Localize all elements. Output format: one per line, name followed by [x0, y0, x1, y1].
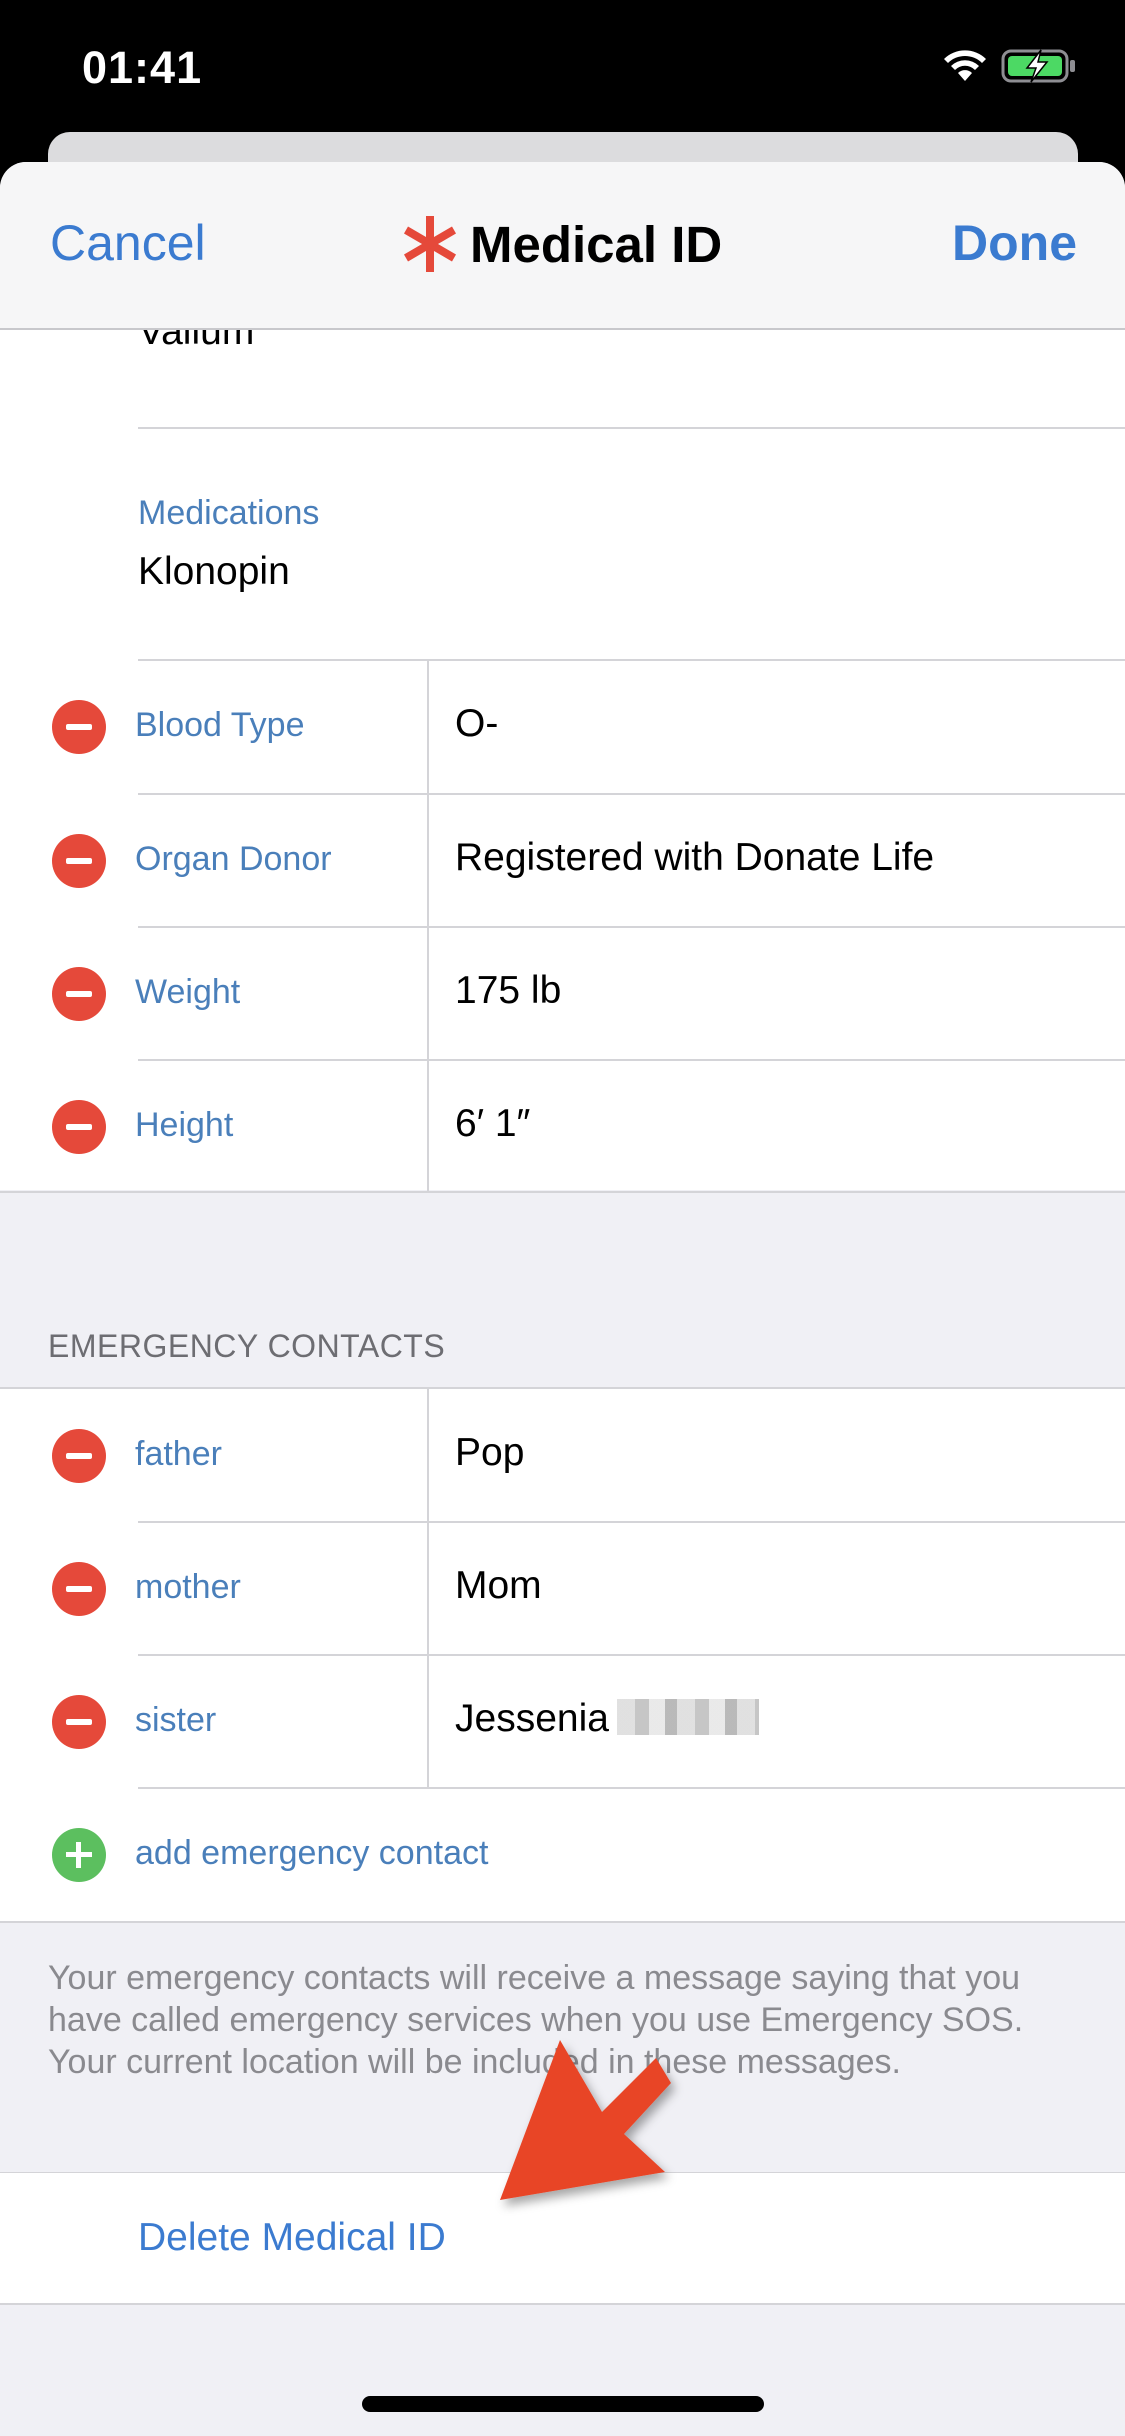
- contact-name: Jessenia: [455, 1697, 609, 1740]
- cancel-button[interactable]: Cancel: [50, 214, 206, 272]
- field-value[interactable]: 6′ 1″: [455, 1102, 530, 1146]
- divider: [138, 427, 1125, 429]
- add-emergency-contact-row[interactable]: add emergency contact: [0, 1788, 1125, 1921]
- delete-medical-id-button[interactable]: Delete Medical ID: [138, 2216, 446, 2260]
- field-value[interactable]: O-: [455, 702, 498, 746]
- page-title: Medical ID: [400, 214, 722, 274]
- contact-relation[interactable]: mother: [135, 1568, 241, 1607]
- status-icons: [943, 48, 1077, 84]
- medications-value[interactable]: Klonopin: [138, 550, 290, 594]
- add-icon[interactable]: [52, 1828, 106, 1882]
- field-value[interactable]: 175 lb: [455, 969, 561, 1013]
- remove-icon[interactable]: [52, 834, 106, 888]
- field-label: Weight: [135, 973, 241, 1011]
- battery-charging-icon: [1001, 49, 1075, 83]
- contact-row[interactable]: mother Mom: [0, 1522, 1125, 1655]
- nav-bar: Cancel Medical ID Done: [0, 162, 1125, 330]
- remove-icon[interactable]: [52, 700, 106, 754]
- section-header-emergency-contacts: EMERGENCY CONTACTS: [48, 1328, 446, 1364]
- done-button[interactable]: Done: [952, 214, 1077, 272]
- field-row-organ-donor[interactable]: Organ Donor Registered with Donate Life: [0, 794, 1125, 927]
- remove-contact-icon[interactable]: [52, 1562, 106, 1616]
- contact-name[interactable]: Mom: [455, 1564, 542, 1608]
- contact-name-container[interactable]: Jessenia: [455, 1697, 759, 1741]
- contact-row[interactable]: father Pop: [0, 1389, 1125, 1522]
- field-row-height[interactable]: Height 6′ 1″: [0, 1060, 1125, 1193]
- field-label: Blood Type: [135, 706, 305, 744]
- contact-relation[interactable]: sister: [135, 1701, 216, 1740]
- contact-name[interactable]: Pop: [455, 1431, 524, 1475]
- divider: [0, 2303, 1125, 2305]
- home-indicator[interactable]: [362, 2396, 764, 2412]
- wifi-icon: [944, 50, 986, 81]
- medications-label: Medications: [138, 494, 320, 532]
- remove-icon[interactable]: [52, 1100, 106, 1154]
- field-label: Height: [135, 1106, 234, 1144]
- field-value[interactable]: Registered with Donate Life: [455, 836, 934, 880]
- contact-row[interactable]: sister Jessenia: [0, 1655, 1125, 1788]
- remove-icon[interactable]: [52, 967, 106, 1021]
- remove-contact-icon[interactable]: [52, 1695, 106, 1749]
- status-bar: 01:41: [0, 0, 1125, 140]
- field-label: Organ Donor: [135, 840, 332, 878]
- add-emergency-contact-button[interactable]: add emergency contact: [135, 1834, 488, 1873]
- remove-contact-icon[interactable]: [52, 1429, 106, 1483]
- annotation-arrow-icon: [500, 2040, 671, 2200]
- field-row-blood-type[interactable]: Blood Type O-: [0, 660, 1125, 793]
- contact-relation[interactable]: father: [135, 1435, 222, 1474]
- divider: [0, 1191, 1125, 1193]
- medical-asterisk-icon: [403, 216, 457, 272]
- field-row-weight[interactable]: Weight 175 lb: [0, 927, 1125, 1060]
- redacted-surname: [616, 1699, 759, 1735]
- status-time: 01:41: [82, 42, 203, 93]
- title-text: Medical ID: [470, 215, 723, 273]
- divider: [0, 1921, 1125, 1923]
